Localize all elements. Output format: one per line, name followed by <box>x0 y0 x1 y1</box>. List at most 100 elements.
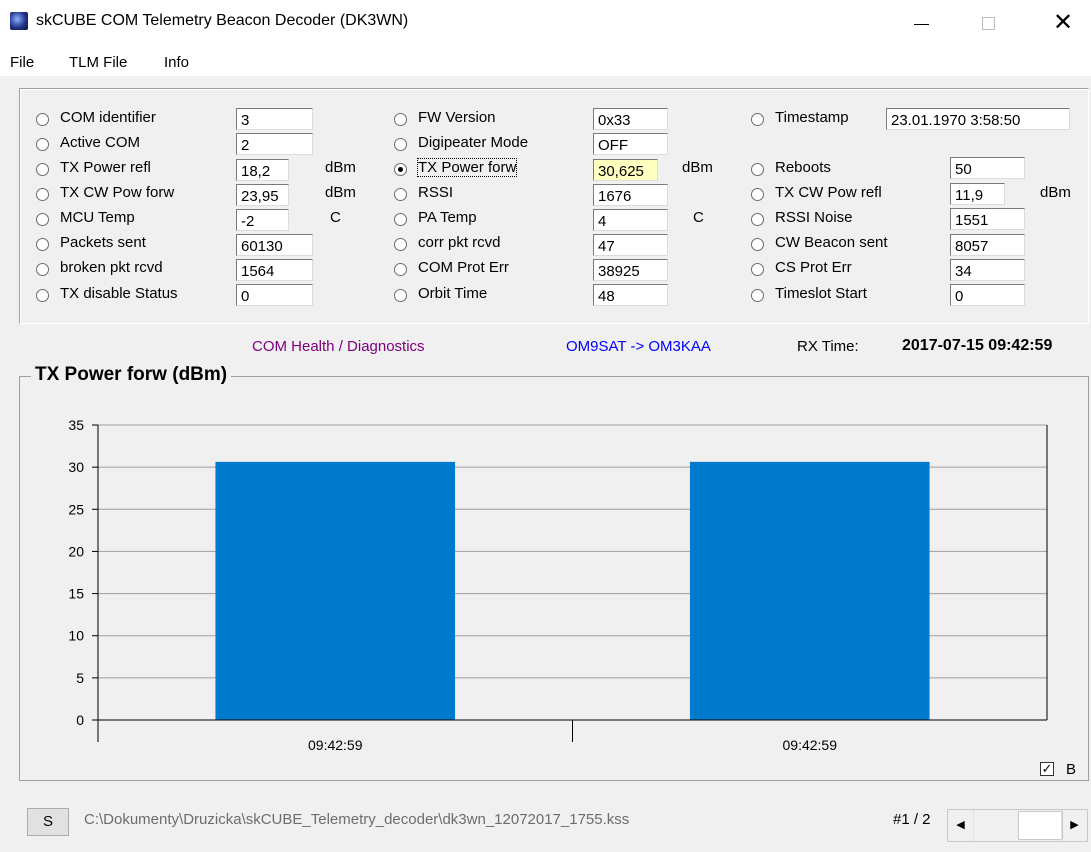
radio-rssi[interactable] <box>394 188 407 201</box>
y-tick-label: 15 <box>68 586 84 602</box>
tx-power-chart: 0 5 10 15 20 25 30 35 09:42:59 09:42:59 <box>68 417 1048 753</box>
label-orbit-time: Orbit Time <box>418 285 488 302</box>
menu-file[interactable]: File <box>10 54 34 71</box>
radio-packets-sent[interactable] <box>36 238 49 251</box>
label-tx-cw-pow-forw: TX CW Pow forw <box>60 184 175 201</box>
page-scrollbar[interactable]: ◀ ▶ <box>947 809 1088 842</box>
menu-info[interactable]: Info <box>164 54 189 71</box>
checkbox-b[interactable]: ✓ <box>1040 762 1054 776</box>
chart-title: TX Power forw (dBm) <box>31 364 232 386</box>
label-tx-power-refl: TX Power refl <box>60 159 151 176</box>
scroll-right-arrow-icon[interactable]: ▶ <box>1061 810 1087 841</box>
label-pa-temp: PA Temp <box>418 209 477 226</box>
field-orbit-time[interactable]: 48 <box>593 284 668 306</box>
scroll-thumb[interactable] <box>1018 811 1063 840</box>
rx-time-label: RX Time: <box>797 338 859 355</box>
x-tick-label: 09:42:59 <box>783 737 838 753</box>
radio-tx-disable-status[interactable] <box>36 289 49 302</box>
rx-time-value: 2017-07-15 09:42:59 <box>902 337 1053 354</box>
menu-bar: File TLM File Info <box>0 46 1091 76</box>
radio-rssi-noise[interactable] <box>751 213 764 226</box>
radio-pa-temp[interactable] <box>394 213 407 226</box>
field-timestamp[interactable]: 23.01.1970 3:58:50 <box>886 108 1070 130</box>
radio-tx-power-forw[interactable] <box>394 163 407 176</box>
radio-cs-prot-err[interactable] <box>751 263 764 276</box>
minimize-button[interactable] <box>898 6 944 40</box>
label-cw-beacon-sent: CW Beacon sent <box>775 234 888 251</box>
field-fw-version[interactable]: 0x33 <box>593 108 668 130</box>
scroll-left-arrow-icon[interactable]: ◀ <box>948 810 974 841</box>
field-broken-pkt-rcvd[interactable]: 1564 <box>236 259 313 281</box>
radio-fw-version[interactable] <box>394 113 407 126</box>
field-tx-disable-status[interactable]: 0 <box>236 284 313 306</box>
field-reboots[interactable]: 50 <box>950 157 1025 179</box>
radio-digipeater-mode[interactable] <box>394 138 407 151</box>
y-tick-label: 20 <box>68 543 84 559</box>
field-active-com[interactable]: 2 <box>236 133 313 155</box>
radio-broken-pkt-rcvd[interactable] <box>36 263 49 276</box>
radio-tx-power-refl[interactable] <box>36 163 49 176</box>
radio-timeslot-start[interactable] <box>751 289 764 302</box>
bar <box>215 461 456 720</box>
unit-tx-cw-pow-forw: dBm <box>325 184 356 201</box>
window-title: skCUBE COM Telemetry Beacon Decoder (DK3… <box>36 12 409 29</box>
label-com-identifier: COM identifier <box>60 109 156 126</box>
y-tick-label: 35 <box>68 417 84 433</box>
y-tick-label: 5 <box>76 670 84 686</box>
radio-com-identifier[interactable] <box>36 113 49 126</box>
label-packets-sent: Packets sent <box>60 234 146 251</box>
label-tx-cw-pow-refl: TX CW Pow refl <box>775 184 882 201</box>
label-fw-version: FW Version <box>418 109 496 126</box>
field-rssi-noise[interactable]: 1551 <box>950 208 1025 230</box>
app-icon <box>10 12 28 30</box>
radio-corr-pkt-rcvd[interactable] <box>394 238 407 251</box>
field-com-prot-err[interactable]: 38925 <box>593 259 668 281</box>
unit-mcu-temp: C <box>330 209 341 226</box>
unit-pa-temp: C <box>693 209 704 226</box>
close-button[interactable]: ✕ <box>1040 6 1086 40</box>
field-pa-temp[interactable]: 4 <box>593 209 668 231</box>
label-mcu-temp: MCU Temp <box>60 209 135 226</box>
y-tick-label: 30 <box>68 459 84 475</box>
health-label: COM Health / Diagnostics <box>252 338 425 355</box>
page-indicator: #1 / 2 <box>893 811 931 828</box>
radio-reboots[interactable] <box>751 163 764 176</box>
field-cs-prot-err[interactable]: 34 <box>950 259 1025 281</box>
field-corr-pkt-rcvd[interactable]: 47 <box>593 234 668 256</box>
field-mcu-temp[interactable]: -2 <box>236 209 289 231</box>
y-tick-label: 10 <box>68 628 84 644</box>
radio-cw-beacon-sent[interactable] <box>751 238 764 251</box>
radio-tx-cw-pow-refl[interactable] <box>751 188 764 201</box>
bar <box>689 461 930 720</box>
radio-mcu-temp[interactable] <box>36 213 49 226</box>
radio-timestamp[interactable] <box>751 113 764 126</box>
field-tx-cw-pow-refl[interactable]: 11,9 <box>950 183 1005 205</box>
field-com-identifier[interactable]: 3 <box>236 108 313 130</box>
checkbox-b-label: B <box>1066 761 1077 778</box>
label-timeslot-start: Timeslot Start <box>775 285 867 302</box>
menu-tlm-file[interactable]: TLM File <box>69 54 127 71</box>
x-tick-label: 09:42:59 <box>308 737 363 753</box>
field-digipeater-mode[interactable]: OFF <box>593 133 668 155</box>
label-com-prot-err: COM Prot Err <box>418 259 509 276</box>
file-path: C:\Dokumenty\Druzicka\skCUBE_Telemetry_d… <box>84 811 630 828</box>
maximize-button[interactable] <box>965 6 1011 40</box>
s-button[interactable]: S <box>27 808 69 836</box>
field-timeslot-start[interactable]: 0 <box>950 284 1025 306</box>
radio-active-com[interactable] <box>36 138 49 151</box>
unit-tx-cw-pow-refl: dBm <box>1040 184 1071 201</box>
radio-com-prot-err[interactable] <box>394 263 407 276</box>
label-active-com: Active COM <box>60 134 141 151</box>
field-tx-power-refl[interactable]: 18,2 <box>236 159 289 181</box>
field-cw-beacon-sent[interactable]: 8057 <box>950 234 1025 256</box>
field-rssi[interactable]: 1676 <box>593 184 668 206</box>
field-tx-cw-pow-forw[interactable]: 23,95 <box>236 184 289 206</box>
radio-orbit-time[interactable] <box>394 289 407 302</box>
field-packets-sent[interactable]: 60130 <box>236 234 313 256</box>
label-rssi-noise: RSSI Noise <box>775 209 853 226</box>
radio-tx-cw-pow-forw[interactable] <box>36 188 49 201</box>
field-tx-power-forw[interactable]: 30,625 <box>593 159 658 181</box>
unit-tx-power-forw: dBm <box>682 159 713 176</box>
label-tx-power-forw: TX Power forw <box>416 158 518 177</box>
label-digipeater-mode: Digipeater Mode <box>418 134 529 151</box>
